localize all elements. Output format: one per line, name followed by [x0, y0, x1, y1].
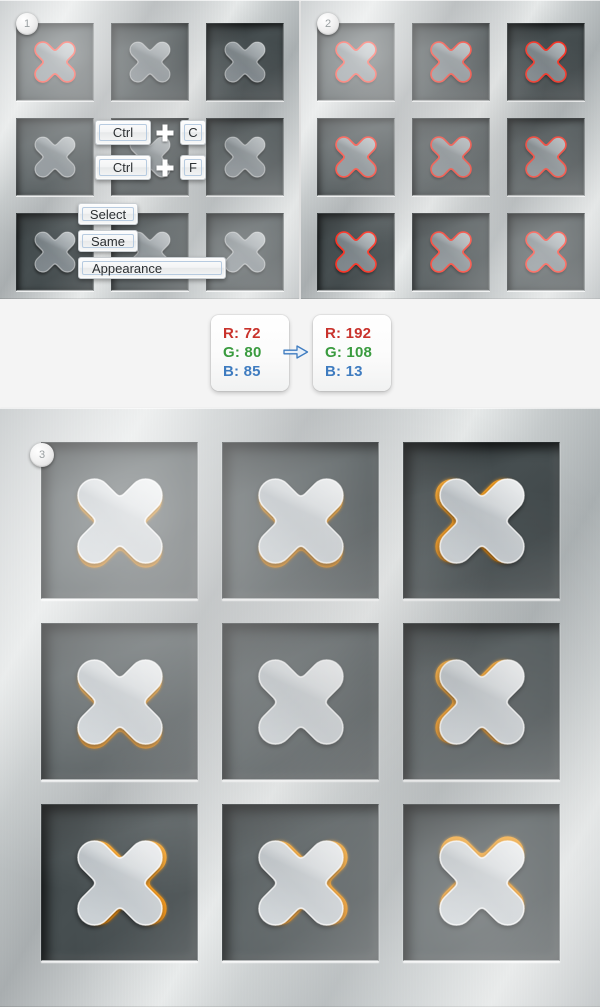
cross-cell[interactable] — [412, 23, 490, 101]
key-c[interactable]: C — [180, 120, 206, 145]
cross-cell[interactable] — [222, 623, 379, 780]
color-values-before: R: 72 G: 80 B: 85 — [211, 315, 289, 391]
blue-value-before: B: 85 — [223, 363, 261, 380]
cross-cell[interactable] — [222, 804, 379, 961]
panel-1-cell-grid — [0, 0, 299, 299]
cross-cell[interactable] — [206, 118, 284, 196]
cross-cell[interactable] — [507, 118, 585, 196]
cross-cell[interactable] — [507, 213, 585, 291]
cross-cell[interactable] — [41, 623, 198, 780]
plus-icon-1 — [156, 124, 174, 142]
cross-icon[interactable] — [19, 26, 91, 98]
cross-icon[interactable] — [510, 26, 582, 98]
cross-cell[interactable] — [403, 442, 560, 599]
cross-icon[interactable] — [510, 121, 582, 193]
green-value-before: G: 80 — [223, 344, 262, 361]
cross-cell[interactable] — [111, 23, 189, 101]
menu-item-same[interactable]: Same — [78, 230, 138, 252]
cross-icon[interactable] — [415, 216, 487, 288]
cross-cell[interactable] — [41, 442, 198, 599]
cross-cell[interactable] — [41, 804, 198, 961]
key-ctrl-1[interactable]: Ctrl — [95, 120, 151, 145]
color-values-after: R: 192 G: 108 B: 13 — [313, 315, 391, 391]
cross-icon[interactable] — [320, 26, 392, 98]
cross-cell[interactable] — [222, 442, 379, 599]
menu-item-appearance[interactable]: Appearance — [78, 257, 226, 279]
panel-3-cell-grid — [0, 408, 600, 1007]
cross-cell[interactable] — [403, 804, 560, 961]
step-badge-1: 1 — [16, 13, 38, 35]
cross-icon[interactable] — [320, 216, 392, 288]
cross-cell[interactable] — [403, 623, 560, 780]
panel-step-2: 2 — [301, 0, 600, 299]
green-value-after: G: 108 — [325, 344, 373, 361]
panel-step-1: 1 Ctrl C Ctrl F Select Same Appearance — [0, 0, 299, 299]
cross-icon[interactable] — [209, 26, 281, 98]
cross-icon[interactable] — [415, 26, 487, 98]
panel-2-cell-grid — [301, 0, 600, 299]
cross-icon[interactable] — [44, 807, 195, 958]
cross-icon[interactable] — [406, 807, 557, 958]
cross-icon[interactable] — [510, 216, 582, 288]
cross-icon[interactable] — [406, 445, 557, 596]
cross-cell[interactable] — [206, 23, 284, 101]
menu-item-select[interactable]: Select — [78, 203, 138, 225]
blue-value-after: B: 13 — [325, 363, 363, 380]
step-badge-3: 3 — [30, 443, 54, 467]
red-value-before: R: 72 — [223, 325, 261, 342]
red-value-after: R: 192 — [325, 325, 372, 342]
key-f[interactable]: F — [180, 155, 206, 180]
cross-cell[interactable] — [317, 118, 395, 196]
cross-icon[interactable] — [406, 626, 557, 777]
cross-cell[interactable] — [16, 118, 94, 196]
arrow-right-icon — [283, 345, 309, 359]
cross-icon[interactable] — [44, 626, 195, 777]
tutorial-figure: 1 Ctrl C Ctrl F Select Same Appearance 2… — [0, 0, 600, 1007]
step-badge-2: 2 — [317, 13, 339, 35]
cross-icon[interactable] — [320, 121, 392, 193]
panel-step-3: 3 — [0, 408, 600, 1007]
cross-icon[interactable] — [209, 121, 281, 193]
cross-cell[interactable] — [507, 23, 585, 101]
cross-icon[interactable] — [114, 26, 186, 98]
cross-icon[interactable] — [225, 807, 376, 958]
cross-icon[interactable] — [225, 626, 376, 777]
cross-cell[interactable] — [206, 213, 284, 291]
cross-cell[interactable] — [317, 213, 395, 291]
key-ctrl-2[interactable]: Ctrl — [95, 155, 151, 180]
cross-icon[interactable] — [19, 121, 91, 193]
cross-icon[interactable] — [44, 445, 195, 596]
color-compare-strip: R: 72 G: 80 B: 85 R: 192 G: 108 B: 13 — [0, 299, 600, 408]
cross-icon[interactable] — [415, 121, 487, 193]
cross-cell[interactable] — [412, 118, 490, 196]
cross-cell[interactable] — [412, 213, 490, 291]
cross-icon[interactable] — [225, 445, 376, 596]
plus-icon-2 — [156, 159, 174, 177]
